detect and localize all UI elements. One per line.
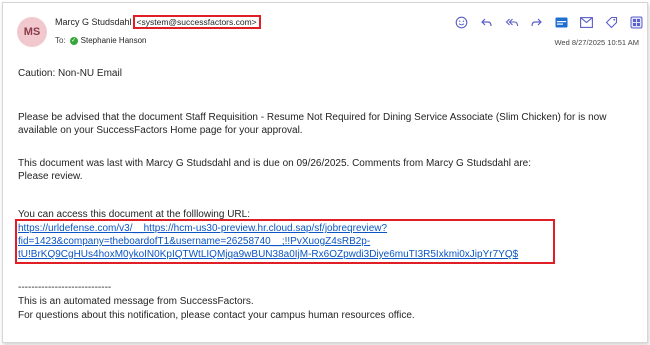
presence-available-icon: ✓ — [69, 36, 78, 45]
reply-all-icon[interactable] — [501, 13, 522, 31]
forward-icon[interactable] — [526, 13, 547, 31]
tag-icon[interactable] — [601, 13, 622, 31]
caution-notice: Caution: Non-NU Email — [18, 68, 122, 79]
approval-line-1: Please be advised that the document Staf… — [18, 112, 607, 123]
emoji-icon[interactable] — [451, 13, 472, 31]
recipient-line: To: ✓ Stephanie Hanson — [55, 36, 147, 45]
footer-line-1: This is an automated message from Succes… — [18, 296, 254, 307]
mail-icon[interactable] — [576, 13, 597, 31]
to-label: To: — [55, 36, 66, 45]
recipient-name[interactable]: Stephanie Hanson — [81, 36, 147, 45]
approval-paragraph: Please be advised that the document Staf… — [18, 111, 638, 137]
footer-line-2: For questions about this notification, p… — [18, 310, 415, 321]
status-line-2: Please review. — [18, 171, 83, 182]
sender-line: Marcy G Studsdahl <system@successfactors.… — [55, 15, 261, 29]
divider-text: ---------------------------- — [18, 282, 112, 293]
sender-email[interactable]: <system@successfactors.com> — [132, 15, 261, 29]
status-paragraph: This document was last with Marcy G Stud… — [18, 157, 638, 183]
url-line-2[interactable]: fid=1423&company=theboardofT1&username=2… — [18, 235, 554, 248]
avatar[interactable]: MS — [17, 17, 47, 47]
sender-name[interactable]: Marcy G Studsdahl — [55, 17, 132, 27]
reply-icon[interactable] — [476, 13, 497, 31]
approval-line-2: available on your SuccessFactors Home pa… — [18, 125, 303, 136]
url-line-1[interactable]: https://urldefense.com/v3/__https://hcm-… — [18, 222, 554, 235]
message-date: Wed 8/27/2025 10:51 AM — [554, 38, 639, 47]
message-toolbar: ⋯ — [451, 12, 647, 32]
document-url-link[interactable]: https://urldefense.com/v3/__https://hcm-… — [18, 222, 554, 261]
url-line-3[interactable]: tU!BrKQ9CgHUs4hoxM0ykoIN0KpIQTWtLIQMjqa9… — [18, 248, 554, 261]
grid-icon[interactable] — [626, 13, 647, 31]
email-reading-pane: MS Marcy G Studsdahl <system@successfacto… — [2, 2, 648, 343]
apps-icon[interactable] — [551, 13, 572, 31]
status-line-1: This document was last with Marcy G Stud… — [18, 158, 532, 169]
message-header: MS Marcy G Studsdahl <system@successfacto… — [3, 3, 647, 55]
